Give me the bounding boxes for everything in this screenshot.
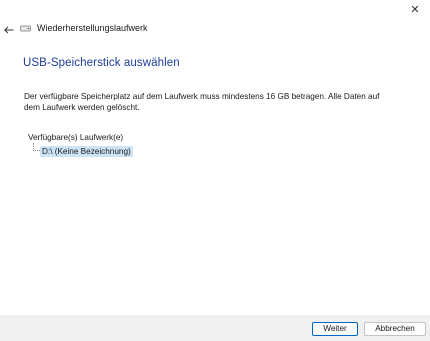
tree-connector	[33, 143, 40, 151]
description-text: Der verfügbare Speicherplatz auf dem Lau…	[24, 92, 380, 112]
close-button[interactable]: ✕	[400, 0, 430, 18]
drive-icon	[20, 25, 31, 32]
back-button[interactable]	[2, 23, 16, 37]
page-title: USB-Speicherstick auswählen	[23, 57, 180, 69]
drive-list-item[interactable]: D:\ (Keine Bezeichnung)	[40, 146, 133, 157]
arrow-left-icon	[4, 26, 14, 34]
next-button[interactable]: Weiter	[312, 322, 358, 336]
title-bar: Wiederherstellungslaufwerk	[20, 23, 148, 33]
drives-label: Verfügbare(s) Laufwerk(e)	[28, 133, 124, 142]
window-title: Wiederherstellungslaufwerk	[37, 23, 148, 33]
close-icon: ✕	[410, 3, 420, 16]
cancel-button[interactable]: Abbrechen	[364, 322, 426, 336]
